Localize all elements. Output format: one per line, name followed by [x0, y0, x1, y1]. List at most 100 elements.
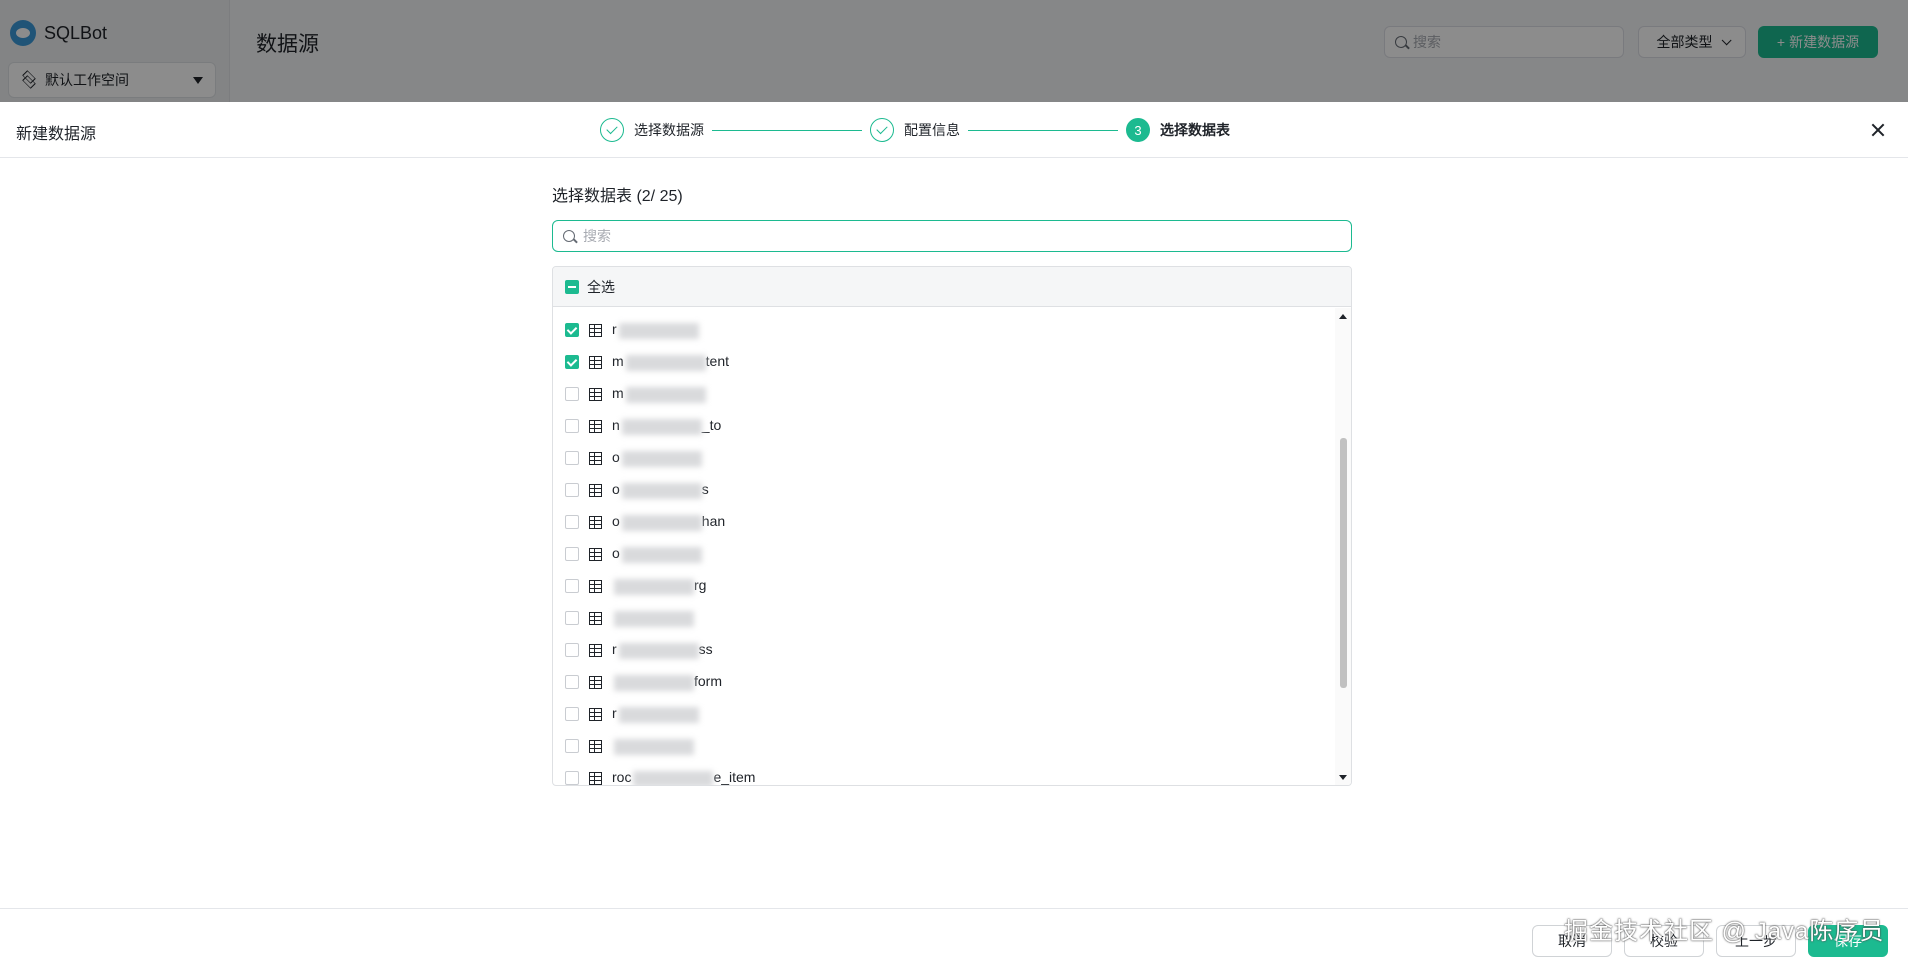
table-row[interactable]: r: [553, 698, 1335, 730]
table-row[interactable]: m: [553, 378, 1335, 410]
table-row[interactable]: rg: [553, 570, 1335, 602]
table-row-checkbox[interactable]: [565, 323, 579, 337]
table-list: 全选 r m tent m n _to o o s o han o rg r ss form r roc e_ite…: [552, 266, 1352, 786]
table-name-suffix: s: [701, 481, 709, 498]
table-row-name: r: [612, 321, 699, 339]
table-row[interactable]: n _to: [553, 410, 1335, 442]
table-row[interactable]: [553, 730, 1335, 762]
close-icon[interactable]: [1868, 120, 1888, 140]
redacted-blur: [633, 770, 714, 785]
table-row[interactable]: roc e_item: [553, 762, 1335, 785]
scrollbar-thumb[interactable]: [1340, 438, 1347, 688]
table-row[interactable]: o han: [553, 506, 1335, 538]
table-name-prefix: r: [612, 321, 617, 338]
table-row-checkbox[interactable]: [565, 675, 579, 689]
table-grid-icon: [589, 675, 602, 689]
select-all-row[interactable]: 全选: [553, 267, 1351, 307]
table-grid-icon: [589, 323, 602, 337]
table-grid-icon: [589, 707, 602, 721]
redacted-blur: [614, 610, 694, 627]
table-grid-icon: [589, 419, 602, 433]
table-name-prefix: r: [612, 705, 617, 722]
table-name-suffix: rg: [694, 577, 707, 594]
table-name-prefix: m: [612, 385, 624, 402]
scroll-down-arrow-icon[interactable]: [1339, 775, 1347, 780]
drawer-header: 新建数据源 选择数据源 配置信息 3 选择数据表: [0, 102, 1908, 158]
table-row-checkbox[interactable]: [565, 387, 579, 401]
table-row[interactable]: r ss: [553, 634, 1335, 666]
table-grid-icon: [589, 771, 602, 785]
select-all-label: 全选: [587, 278, 615, 295]
step-done-icon: [870, 118, 894, 142]
drawer-footer: 取消 校验 上一步 保存 掘金技术社区 @ Java陈序员: [0, 908, 1908, 966]
redacted-blur: [614, 578, 694, 595]
step-connector: [968, 129, 1118, 131]
step-select-tables: 3 选择数据表: [1126, 118, 1230, 142]
step-label: 选择数据源: [634, 122, 704, 138]
table-row-checkbox[interactable]: [565, 355, 579, 369]
step-connector: [712, 129, 862, 131]
table-row-name: o: [612, 545, 702, 563]
table-row[interactable]: o: [553, 538, 1335, 570]
table-grid-icon: [589, 611, 602, 625]
table-row-name: m tent: [612, 353, 729, 371]
table-row[interactable]: form: [553, 666, 1335, 698]
table-row-checkbox[interactable]: [565, 611, 579, 625]
table-grid-icon: [589, 547, 602, 561]
table-grid-icon: [589, 579, 602, 593]
table-name-prefix: o: [612, 513, 620, 530]
table-row[interactable]: r: [553, 314, 1335, 346]
table-row-checkbox[interactable]: [565, 547, 579, 561]
table-row[interactable]: os: [553, 474, 1335, 506]
table-row-name: [612, 737, 694, 755]
step-label: 选择数据表: [1160, 122, 1230, 138]
scroll-up-arrow-icon[interactable]: [1339, 314, 1347, 319]
table-search-input[interactable]: [583, 228, 1341, 244]
table-row-name: r: [612, 705, 699, 723]
table-row-checkbox[interactable]: [565, 515, 579, 529]
background-app: SQLBot 默认工作空间 数据源 搜索 全部类型 + 新建数据源: [0, 0, 1908, 102]
table-row-checkbox[interactable]: [565, 579, 579, 593]
scrollbar[interactable]: [1335, 308, 1351, 785]
table-row[interactable]: o: [553, 442, 1335, 474]
table-row-name: o han: [612, 513, 725, 531]
table-name-prefix: n: [612, 417, 620, 434]
table-row-checkbox[interactable]: [565, 707, 579, 721]
redacted-blur: [614, 738, 694, 755]
table-grid-icon: [589, 739, 602, 753]
redacted-blur: [625, 386, 706, 403]
table-selector: 选择数据表 (2/ 25) 全选 rmtentmn_tooosohanorgrs…: [552, 182, 1352, 786]
table-row-checkbox[interactable]: [565, 643, 579, 657]
table-row-name: [612, 609, 694, 627]
step-select-datasource: 选择数据源: [600, 118, 704, 142]
table-selector-title: 选择数据表 (2/ 25): [552, 188, 683, 205]
select-all-checkbox[interactable]: [565, 279, 579, 294]
table-name-prefix: o: [612, 449, 620, 466]
redacted-blur: [621, 450, 702, 467]
table-name-prefix: o: [612, 545, 620, 562]
modal-overlay[interactable]: [0, 0, 1908, 102]
table-search[interactable]: [552, 220, 1352, 252]
redacted-blur: [621, 418, 702, 435]
table-name-suffix: _to: [701, 417, 722, 434]
table-row-checkbox[interactable]: [565, 771, 579, 785]
table-row-checkbox[interactable]: [565, 483, 579, 497]
table-row-name: form: [612, 673, 722, 691]
table-row[interactable]: m tent: [553, 346, 1335, 378]
redacted-blur: [618, 706, 699, 723]
table-row[interactable]: [553, 602, 1335, 634]
step-config-info: 配置信息: [870, 118, 960, 142]
table-name-suffix: ss: [698, 641, 713, 658]
table-row-name: os: [612, 481, 709, 499]
table-rows: r m tent m n _to o o s o han o rg r ss form r roc e_item: [553, 308, 1335, 785]
table-name-prefix: r: [612, 641, 617, 658]
table-row-name: r ss: [612, 641, 713, 659]
step-label: 配置信息: [904, 122, 960, 138]
table-row-checkbox[interactable]: [565, 451, 579, 465]
table-row-checkbox[interactable]: [565, 419, 579, 433]
redacted-blur: [618, 322, 699, 339]
table-row-checkbox[interactable]: [565, 739, 579, 753]
search-icon: [563, 230, 575, 242]
table-grid-icon: [589, 387, 602, 401]
step-number: 3: [1126, 118, 1150, 142]
